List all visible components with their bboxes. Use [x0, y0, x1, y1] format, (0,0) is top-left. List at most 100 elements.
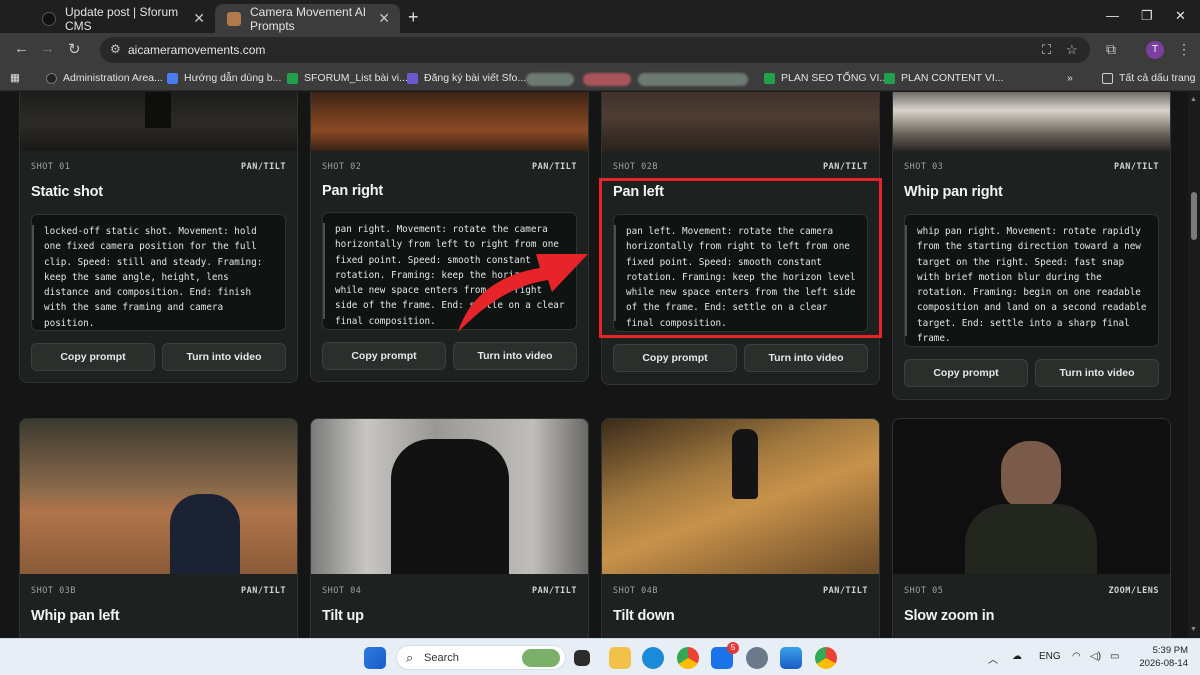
- prompt-text[interactable]: whip pan right. Movement: rotate rapidly…: [904, 214, 1159, 347]
- restore-icon[interactable]: ❐: [1141, 8, 1153, 24]
- sheets-favicon-icon: [287, 72, 298, 84]
- scroll-down-icon[interactable]: ▼: [1190, 626, 1197, 633]
- bookmark-star-icon[interactable]: ☆: [1066, 42, 1078, 58]
- language-indicator[interactable]: ENG: [1039, 651, 1061, 662]
- bookmark-label: SFORUM_List bài vi...: [304, 72, 408, 84]
- bookmark-label: Administration Area...: [63, 72, 163, 84]
- shot-category: PAN/TILT: [532, 162, 577, 172]
- shot-card: SHOT 04B PAN/TILT Tilt down: [601, 418, 880, 638]
- translate-icon[interactable]: ⛶: [1042, 42, 1051, 58]
- tab-sforum-cms[interactable]: Update post | Sforum CMS ✕: [30, 4, 215, 33]
- extensions-icon[interactable]: ⧉: [1106, 41, 1116, 58]
- close-tab-icon[interactable]: ✕: [193, 10, 205, 27]
- bookmark-item[interactable]: Hướng dẫn dùng b...: [167, 72, 281, 84]
- shot-code: SHOT 04: [322, 586, 362, 596]
- sheets-favicon-icon: [884, 72, 895, 84]
- tab-camera-movement[interactable]: Camera Movement AI Prompts ✕: [215, 4, 400, 33]
- copy-prompt-button[interactable]: Copy prompt: [904, 359, 1028, 387]
- zalo-icon[interactable]: 5: [711, 642, 739, 669]
- clock-time: 5:39 PM: [1152, 645, 1188, 656]
- profile-avatar[interactable]: T: [1146, 41, 1164, 59]
- shot-thumbnail[interactable]: [20, 419, 297, 574]
- blurred-bookmark[interactable]: [583, 73, 631, 86]
- address-bar[interactable]: ⚙ aicameramovements.com ⛶ ☆: [100, 37, 1090, 63]
- zalo-badge: 5: [727, 642, 739, 654]
- shot-title: Whip pan right: [904, 184, 1003, 200]
- shot-thumbnail[interactable]: [893, 92, 1170, 151]
- page-scrollbar[interactable]: ▲ ▼: [1188, 92, 1200, 638]
- minimize-icon[interactable]: —: [1106, 8, 1119, 23]
- folder-icon: [1102, 72, 1113, 84]
- shot-title: Whip pan left: [31, 608, 120, 624]
- shot-meta: SHOT 05 ZOOM/LENS: [904, 586, 1159, 596]
- chrome-icon[interactable]: [677, 647, 699, 669]
- bookmark-item[interactable]: SFORUM_List bài vi...: [287, 72, 408, 84]
- copy-prompt-button[interactable]: Copy prompt: [31, 343, 155, 371]
- blurred-bookmark[interactable]: [526, 73, 574, 86]
- search-placeholder: Search: [424, 652, 459, 664]
- chrome-profile-icon[interactable]: [815, 647, 837, 669]
- bookmark-item[interactable]: PLAN CONTENT VI...: [884, 72, 1004, 84]
- bookmark-item[interactable]: Đăng ký bài viết Sfo...: [407, 72, 526, 84]
- shot-meta: SHOT 04 PAN/TILT: [322, 586, 577, 596]
- all-bookmarks-folder[interactable]: Tất cả dấu trang: [1102, 72, 1195, 84]
- turn-into-video-button[interactable]: Turn into video: [744, 344, 868, 372]
- settings-icon[interactable]: [746, 647, 768, 669]
- new-tab-button[interactable]: +: [408, 7, 419, 28]
- apps-icon[interactable]: ▦: [10, 72, 20, 84]
- start-icon[interactable]: [364, 647, 386, 669]
- blurred-bookmark[interactable]: [638, 73, 748, 86]
- shot-meta: SHOT 03B PAN/TILT: [31, 586, 286, 596]
- taskbar-search[interactable]: ⌕ Search: [396, 645, 566, 670]
- wifi-icon[interactable]: ◠: [1072, 651, 1081, 662]
- shot-thumbnail[interactable]: [311, 419, 588, 574]
- tab-title: Update post | Sforum CMS: [65, 4, 179, 33]
- shot-card: SHOT 04 PAN/TILT Tilt up: [310, 418, 589, 638]
- task-view-icon[interactable]: [574, 650, 590, 666]
- shot-thumbnail[interactable]: [893, 419, 1170, 574]
- browser-toolbar: ← → ↻ ⚙ aicameramovements.com ⛶ ☆ ⧉ T ⋮: [0, 33, 1200, 67]
- shot-category: PAN/TILT: [823, 586, 868, 596]
- scrollbar-thumb[interactable]: [1191, 192, 1197, 240]
- shot-code: SHOT 04B: [613, 586, 658, 596]
- bookmark-item[interactable]: PLAN SEO TỔNG VI...: [764, 72, 888, 84]
- onedrive-icon[interactable]: ☁: [1012, 651, 1022, 662]
- site-info-icon[interactable]: ⚙: [110, 42, 121, 56]
- clock-date: 2026-08-14: [1139, 658, 1188, 669]
- app-icon[interactable]: [780, 647, 802, 669]
- battery-icon[interactable]: ▭: [1110, 651, 1119, 662]
- tray-chevron-icon[interactable]: ︿: [988, 651, 998, 666]
- back-icon[interactable]: ←: [14, 40, 29, 57]
- shot-card: SHOT 03B PAN/TILT Whip pan left: [19, 418, 298, 638]
- more-bookmarks-button[interactable]: »: [1067, 72, 1073, 84]
- turn-into-video-button[interactable]: Turn into video: [1035, 359, 1159, 387]
- edge-icon[interactable]: [642, 647, 664, 669]
- shot-code: SHOT 02B: [613, 162, 658, 172]
- url-text[interactable]: aicameramovements.com: [128, 43, 265, 57]
- forward-icon[interactable]: →: [40, 40, 55, 57]
- menu-icon[interactable]: ⋮: [1177, 41, 1191, 58]
- reload-icon[interactable]: ↻: [68, 40, 81, 58]
- shot-thumbnail[interactable]: [311, 92, 588, 151]
- shot-thumbnail[interactable]: [20, 92, 297, 151]
- copy-prompt-button[interactable]: Copy prompt: [322, 342, 446, 370]
- close-window-icon[interactable]: ✕: [1175, 8, 1186, 24]
- shot-title: Tilt up: [322, 608, 364, 624]
- shot-meta: SHOT 03 PAN/TILT: [904, 162, 1159, 172]
- shot-card: SHOT 05 ZOOM/LENS Slow zoom in: [892, 418, 1171, 638]
- file-explorer-icon[interactable]: [609, 647, 631, 669]
- turn-into-video-button[interactable]: Turn into video: [453, 342, 577, 370]
- turn-into-video-button[interactable]: Turn into video: [162, 343, 286, 371]
- bookmark-item[interactable]: Administration Area...: [46, 72, 163, 84]
- copy-prompt-button[interactable]: Copy prompt: [613, 344, 737, 372]
- prompt-text[interactable]: locked-off static shot. Movement: hold o…: [31, 214, 286, 331]
- close-tab-icon[interactable]: ✕: [378, 10, 390, 27]
- shot-title: Static shot: [31, 184, 103, 200]
- annotation-arrow-icon: [458, 254, 588, 332]
- shot-thumbnail[interactable]: [602, 92, 879, 151]
- scroll-up-icon[interactable]: ▲: [1190, 96, 1197, 103]
- system-clock[interactable]: 5:39 PM 2026-08-14: [1128, 644, 1188, 670]
- bookmark-favicon-icon: [46, 72, 57, 84]
- volume-icon[interactable]: ◁): [1090, 651, 1101, 662]
- shot-thumbnail[interactable]: [602, 419, 879, 574]
